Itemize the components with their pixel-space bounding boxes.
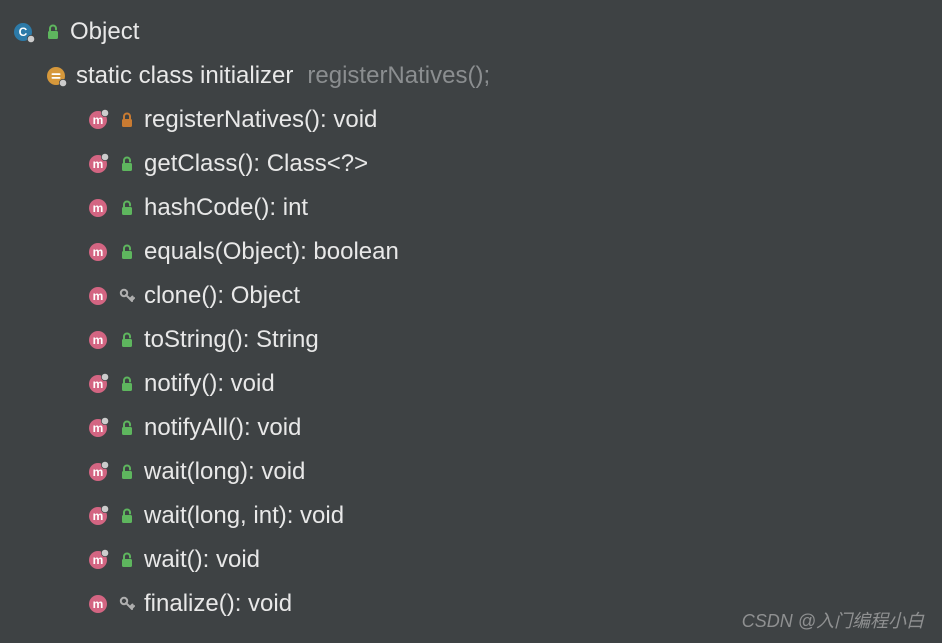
member-signature-label: getClass(): Class<?> [144,150,368,178]
lock-public-icon [118,153,136,175]
member-signature-label: notify(): void [144,370,275,398]
member-row[interactable]: m equals(Object): boolean [14,230,928,274]
method-icon: m [88,241,110,263]
member-row[interactable]: m toString(): String [14,318,928,362]
member-signature-label: wait(long, int): void [144,502,344,530]
lock-public-icon [118,549,136,571]
static-initializer[interactable]: static class initializer registerNatives… [14,54,928,98]
svg-text:m: m [93,333,104,347]
member-row[interactable]: m wait(): void [14,538,928,582]
member-row[interactable]: m clone(): Object [14,274,928,318]
class-header[interactable]: C Object [14,10,928,54]
member-signature-label: hashCode(): int [144,194,308,222]
member-signature-label: equals(Object): boolean [144,238,399,266]
method-icon: m [88,593,110,615]
method-icon: m [88,417,110,439]
lock-public-icon [118,505,136,527]
structure-panel: C Object static class initializer reg [0,0,942,640]
lock-public-icon [118,461,136,483]
member-row[interactable]: m notifyAll(): void [14,406,928,450]
initializer-detail: registerNatives(); [307,62,490,90]
initializer-icon [46,65,68,87]
method-icon: m [88,373,110,395]
method-icon: m [88,285,110,307]
member-row[interactable]: m hashCode(): int [14,186,928,230]
method-icon: m [88,549,110,571]
member-row[interactable]: m notify(): void [14,362,928,406]
method-icon: m [88,461,110,483]
member-signature-label: wait(): void [144,546,260,574]
method-icon: m [88,505,110,527]
member-signature-label: wait(long): void [144,458,305,486]
method-icon: m [88,197,110,219]
method-icon: m [88,153,110,175]
lock-public-icon [44,21,62,43]
member-signature-label: clone(): Object [144,282,300,310]
member-row[interactable]: m wait(long): void [14,450,928,494]
lock-public-icon [118,373,136,395]
member-row[interactable]: m wait(long, int): void [14,494,928,538]
key-protected-icon [118,285,136,307]
svg-text:m: m [93,201,104,215]
member-signature-label: registerNatives(): void [144,106,377,134]
member-row[interactable]: m getClass(): Class<?> [14,142,928,186]
class-name-label: Object [70,18,139,46]
svg-text:m: m [93,245,104,259]
svg-text:m: m [93,289,104,303]
lock-private-icon [118,109,136,131]
class-icon: C [14,21,36,43]
lock-public-icon [118,241,136,263]
svg-text:m: m [93,597,104,611]
svg-text:C: C [19,25,28,39]
key-protected-icon [118,593,136,615]
method-icon: m [88,329,110,351]
member-signature-label: notifyAll(): void [144,414,301,442]
member-signature-label: finalize(): void [144,590,292,618]
method-icon: m [88,109,110,131]
lock-public-icon [118,417,136,439]
lock-public-icon [118,197,136,219]
lock-public-icon [118,329,136,351]
member-row[interactable]: m registerNatives(): void [14,98,928,142]
member-signature-label: toString(): String [144,326,319,354]
initializer-label: static class initializer [76,62,293,90]
member-row[interactable]: m finalize(): void [14,582,928,626]
members-list: m registerNatives(): void m getClass(): … [14,98,928,626]
